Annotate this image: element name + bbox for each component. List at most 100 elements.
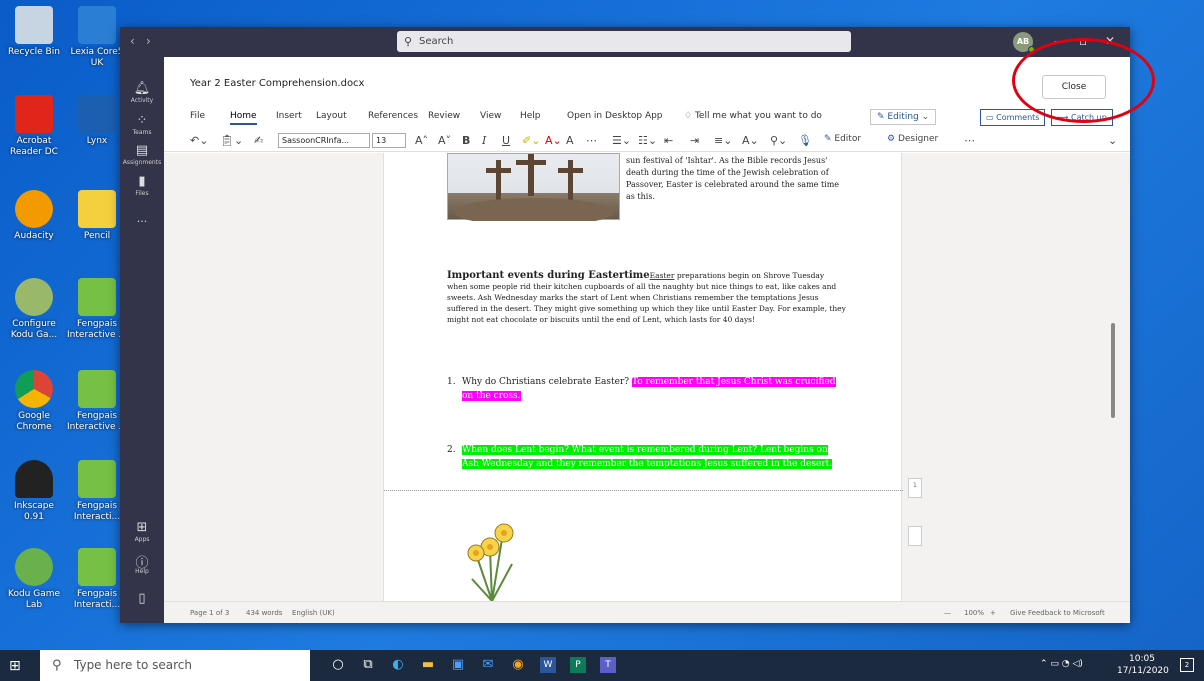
teams-taskbar-icon[interactable]: T xyxy=(600,657,616,673)
home-ribbon: ↶⌄ 📋︎⌄ ✍ SassoonCRInfa... 13 A˄ A˅ B I U… xyxy=(164,130,1130,152)
rail-item-device[interactable]: ▯ xyxy=(120,591,164,607)
increase-indent-icon[interactable]: ⇥ xyxy=(690,134,699,147)
menu-home[interactable]: Home xyxy=(230,111,257,125)
rail-item-teams[interactable]: ⁘ Teams xyxy=(120,113,164,136)
question-1-text: Why do Christians celebrate Easter? xyxy=(462,377,630,387)
font-name-select[interactable]: SassoonCRInfa... xyxy=(278,133,370,148)
mail-icon[interactable]: ✉ xyxy=(480,657,496,673)
italic-icon[interactable]: I xyxy=(482,134,486,147)
dictate-icon[interactable]: 🎙︎ xyxy=(798,134,812,147)
rail-item-more[interactable]: ... xyxy=(120,212,164,228)
feedback-link[interactable]: Give Feedback to Microsoft xyxy=(1010,609,1105,617)
clipboard-icon[interactable]: 📋︎⌄ xyxy=(220,134,243,147)
menu-file[interactable]: File xyxy=(190,111,205,121)
tell-me-input[interactable]: ♢ Tell me what you want to do xyxy=(684,111,822,121)
menu-review[interactable]: Review xyxy=(428,111,460,121)
pencil-icon: ✎ xyxy=(877,112,888,122)
chrome-desktop-icon[interactable]: Google Chrome xyxy=(3,370,65,433)
highlight-icon[interactable]: ✐⌄ xyxy=(522,134,540,147)
rail-item-assignments[interactable]: ▤ Assignments xyxy=(120,143,164,166)
kodu-icon xyxy=(15,548,53,586)
fengpais-desktop-icon-1[interactable]: Fengpais Interactive ... xyxy=(66,278,128,341)
menu-references[interactable]: References xyxy=(368,111,418,121)
grow-font-icon[interactable]: A˄ xyxy=(415,134,428,147)
question-2: 2. When does Lent begin? What event is r… xyxy=(447,443,847,471)
taskbar: ⊞ ⚲ Type here to search ○ ⧉ ◐ ▬ ▣ ✉ ◉ W … xyxy=(0,650,1204,681)
rail-item-apps[interactable]: ⊞ Apps xyxy=(120,520,164,543)
windows-start-icon[interactable]: ⊞ xyxy=(9,658,21,674)
word-icon[interactable]: W xyxy=(540,657,556,673)
lynx-desktop-icon[interactable]: Lynx xyxy=(66,95,128,147)
styles-icon[interactable]: A xyxy=(566,134,574,147)
chrome-icon xyxy=(15,370,53,408)
menu-help[interactable]: Help xyxy=(520,111,541,121)
font-size-select[interactable]: 13 xyxy=(372,133,406,148)
apps-icon: ⊞ xyxy=(136,520,148,535)
lexia-desktop-icon[interactable]: Lexia Core5 UK xyxy=(66,6,128,69)
format-painter-icon[interactable]: ✍ xyxy=(254,134,263,147)
font-color-icon[interactable]: A⌄ xyxy=(545,134,562,147)
more-font-options-icon[interactable]: ⋯ xyxy=(586,134,597,147)
styles-gallery-icon[interactable]: A⌄ xyxy=(742,134,759,147)
avatar[interactable]: AB xyxy=(1013,32,1035,53)
clock[interactable]: 10:05 17/11/2020 xyxy=(1117,653,1169,677)
assignments-icon: ▤ xyxy=(135,143,149,158)
more-options-icon[interactable]: ⋯ xyxy=(964,134,975,147)
recycle-bin-desktop-icon[interactable]: Recycle Bin xyxy=(3,6,65,58)
forward-button[interactable]: › xyxy=(146,34,151,48)
shrink-font-icon[interactable]: A˅ xyxy=(438,134,451,147)
bullets-icon[interactable]: ☰⌄ xyxy=(612,134,631,147)
inkscape-icon xyxy=(15,460,53,498)
menu-bar: File Home Insert Layout References Revie… xyxy=(164,106,1130,128)
task-view-icon[interactable]: ⧉ xyxy=(360,657,376,673)
system-tray-icons[interactable]: ⌃ ▭ ◔ ◁) xyxy=(1040,659,1083,669)
cortana-icon[interactable]: ○ xyxy=(330,657,346,673)
store-icon[interactable]: ▣ xyxy=(450,657,466,673)
taskbar-search-input[interactable]: ⚲ Type here to search xyxy=(40,650,310,681)
fengpais-desktop-icon-2[interactable]: Fengpais Interactive ... xyxy=(66,370,128,433)
audacity-desktop-icon[interactable]: Audacity xyxy=(3,190,65,242)
rail-item-help[interactable]: ⓘ Help xyxy=(120,552,164,575)
language-status[interactable]: English (UK) xyxy=(292,609,335,617)
editing-mode-dropdown[interactable]: ✎ Editing ⌄ xyxy=(870,109,937,125)
clock-time: 10:05 xyxy=(1129,654,1155,664)
notification-center-icon[interactable]: 2 xyxy=(1180,658,1194,672)
fengpais-desktop-icon-3[interactable]: Fengpais Interacti... xyxy=(66,460,128,523)
kodu-config-desktop-icon[interactable]: Configure Kodu Ga... xyxy=(3,278,65,341)
kodu-icon xyxy=(15,278,53,316)
find-icon[interactable]: ⚲⌄ xyxy=(770,134,787,147)
project-icon[interactable]: P xyxy=(570,657,586,673)
teams-search-input[interactable]: ⚲ Search xyxy=(397,31,851,52)
kodu-game-lab-desktop-icon[interactable]: Kodu Game Lab xyxy=(3,548,65,611)
rail-item-activity[interactable]: 🔔︎ Activity xyxy=(120,81,164,104)
document-page[interactable]: sun festival of 'Ishtar'. As the Bible r… xyxy=(383,153,903,601)
numbering-icon[interactable]: ☷⌄ xyxy=(638,134,657,147)
undo-icon[interactable]: ↶⌄ xyxy=(190,134,208,147)
bold-icon[interactable]: B xyxy=(462,134,470,147)
underline-icon[interactable]: U xyxy=(502,134,510,147)
acrobat-desktop-icon[interactable]: Acrobat Reader DC xyxy=(3,95,65,158)
inkscape-desktop-icon[interactable]: Inkscape 0.91 xyxy=(3,460,65,523)
decrease-indent-icon[interactable]: ⇤ xyxy=(664,134,673,147)
editor-button[interactable]: ✎ Editor xyxy=(824,134,861,144)
chrome-taskbar-icon[interactable]: ◉ xyxy=(510,657,526,673)
menu-layout[interactable]: Layout xyxy=(316,111,347,121)
menu-view[interactable]: View xyxy=(480,111,501,121)
edge-icon[interactable]: ◐ xyxy=(390,657,406,673)
pencil-icon xyxy=(78,190,116,228)
designer-button[interactable]: ⚙ Designer xyxy=(887,134,938,144)
menu-insert[interactable]: Insert xyxy=(276,111,302,121)
expand-ribbon-icon[interactable]: ⌄ xyxy=(1108,134,1117,147)
file-explorer-icon[interactable]: ▬ xyxy=(420,657,436,673)
annotation-circle xyxy=(1012,38,1155,123)
fengpais-desktop-icon-4[interactable]: Fengpais Interacti... xyxy=(66,548,128,611)
rail-item-files[interactable]: ▮ Files xyxy=(120,174,164,197)
back-button[interactable]: ‹ xyxy=(130,34,135,48)
align-icon[interactable]: ≡⌄ xyxy=(714,134,732,147)
open-in-desktop-app[interactable]: Open in Desktop App xyxy=(567,111,663,121)
document-title: Year 2 Easter Comprehension.docx xyxy=(190,78,365,89)
vertical-scrollbar[interactable] xyxy=(1111,323,1115,418)
zoom-in-icon[interactable]: + xyxy=(990,609,996,617)
pencil-desktop-icon[interactable]: Pencil xyxy=(66,190,128,242)
zoom-out-icon[interactable]: — xyxy=(944,609,951,617)
